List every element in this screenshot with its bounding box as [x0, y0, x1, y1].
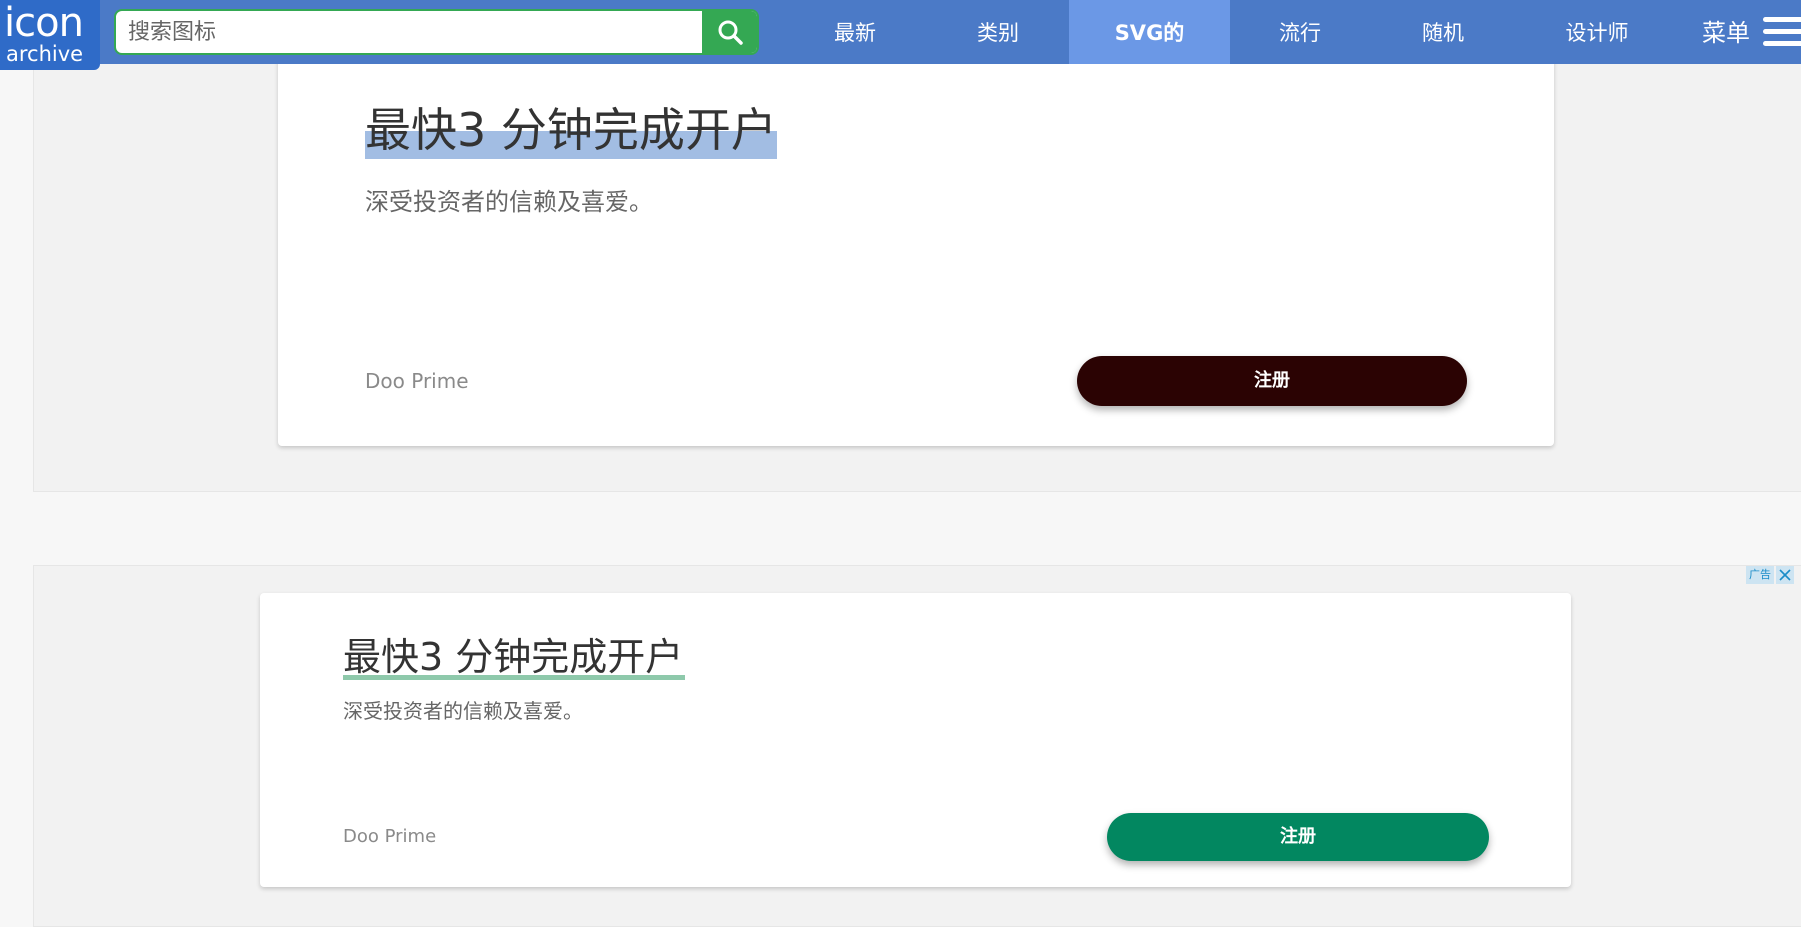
ad-headline[interactable]: 最快3 分钟完成开户 — [365, 100, 777, 160]
ad-subtext: 深受投资者的信赖及喜爱。 — [343, 699, 583, 723]
hamburger-menu-icon[interactable] — [1763, 17, 1801, 49]
register-button[interactable]: 注册 — [1107, 813, 1489, 861]
nav-item-popular[interactable]: 流行 — [1230, 0, 1370, 64]
nav-item-random[interactable]: 随机 — [1373, 0, 1513, 64]
site-logo[interactable]: icon archive — [0, 0, 100, 70]
ad-subtext: 深受投资者的信赖及喜爱。 — [365, 188, 653, 216]
logo-text-icon: icon — [4, 0, 84, 46]
nav-item-svg[interactable]: SVG的 — [1069, 0, 1230, 64]
search-box — [114, 9, 759, 55]
nav-item-categories[interactable]: 类别 — [928, 0, 1068, 64]
top-navigation-bar: icon archive 最新 类别 SVG的 流行 随机 设计师 菜单 — [0, 0, 1801, 70]
search-icon — [718, 20, 743, 45]
logo-text-archive: archive — [6, 42, 84, 66]
ad-badge[interactable]: 广告 — [1746, 566, 1774, 584]
headline-underline — [343, 675, 685, 680]
menu-label[interactable]: 菜单 — [1702, 0, 1750, 64]
nav-item-designers[interactable]: 设计师 — [1527, 0, 1667, 64]
close-icon[interactable] — [1776, 566, 1794, 584]
search-button[interactable] — [702, 11, 757, 53]
ad-advertiser[interactable]: Doo Prime — [343, 825, 436, 849]
register-button[interactable]: 注册 — [1077, 356, 1467, 406]
search-input[interactable] — [116, 11, 702, 53]
ad-advertiser[interactable]: Doo Prime — [365, 368, 469, 394]
nav-item-latest[interactable]: 最新 — [785, 0, 925, 64]
ad-choices[interactable]: 广告 — [1746, 566, 1794, 584]
